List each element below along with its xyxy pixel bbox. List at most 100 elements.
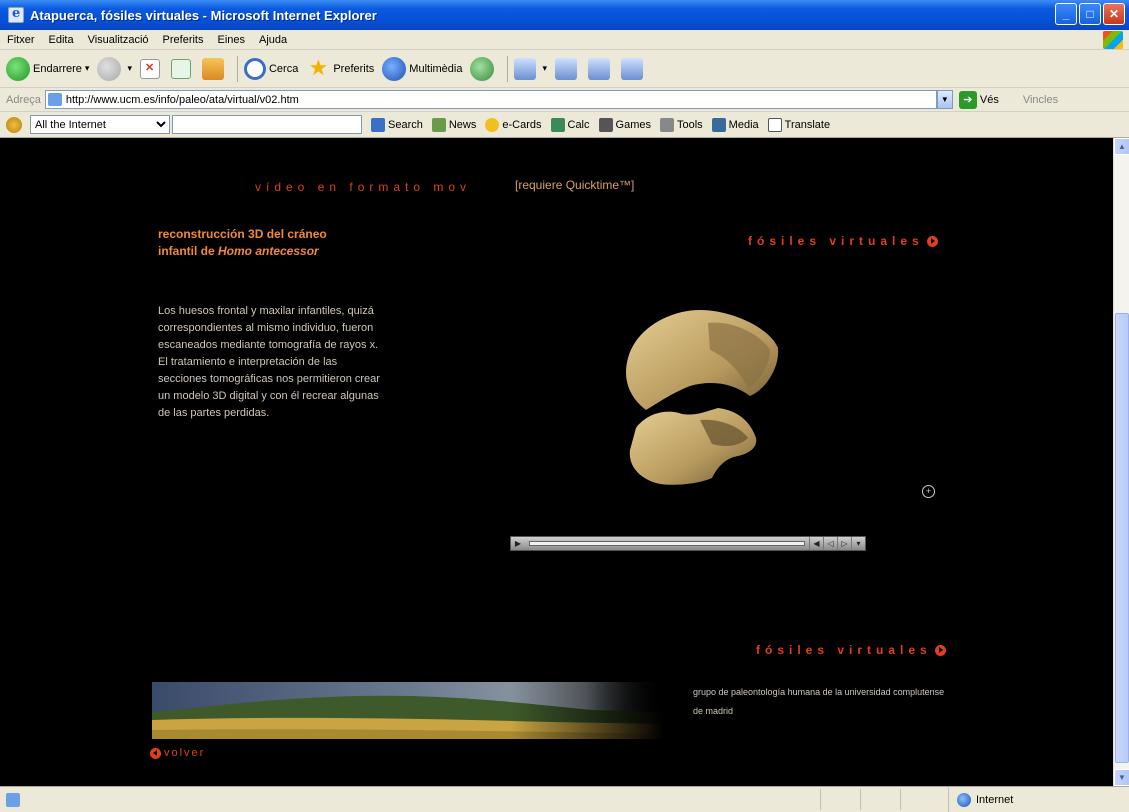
security-zone: Internet: [948, 787, 1129, 812]
vertical-scrollbar[interactable]: ▲ ▼: [1113, 138, 1129, 786]
fosiles-virtuales-label: fósiles virtuales: [748, 234, 924, 248]
media-label: Multimèdia: [409, 62, 463, 75]
favorites-button[interactable]: ★ Preferits: [306, 54, 375, 81]
home-button[interactable]: [201, 57, 227, 80]
mail-button[interactable]: ▾: [514, 57, 547, 80]
rotate-model-button[interactable]: +: [922, 485, 935, 498]
quicktime-player-controls: ▶ ◀ ◁ ▷ ▾: [510, 536, 866, 551]
history-icon: [470, 56, 495, 81]
media-icon: [382, 56, 407, 81]
tools-link[interactable]: Tools: [659, 117, 703, 132]
calc-link[interactable]: Calc: [550, 117, 590, 132]
arrow-right-icon: [926, 235, 938, 247]
minimize-button[interactable]: _: [1055, 3, 1077, 25]
history-button[interactable]: [470, 56, 497, 81]
volver-link[interactable]: volver: [150, 747, 205, 759]
messenger-icon: [621, 57, 644, 80]
page-content: vídeo en formato mov [requiere Quicktime…: [0, 138, 1113, 786]
menu-edit[interactable]: Edita: [42, 34, 81, 46]
heading-species: Homo antecessor: [218, 244, 319, 258]
fosiles-virtuales-link[interactable]: fósiles virtuales: [748, 234, 938, 248]
window-title: Atapuerca, fósiles virtuales - Microsoft…: [30, 7, 377, 23]
title-bar: Atapuerca, fósiles virtuales - Microsoft…: [0, 0, 1129, 30]
media-link[interactable]: Media: [711, 117, 759, 132]
news-link[interactable]: News: [431, 117, 477, 132]
links-label[interactable]: Vincles: [1023, 94, 1058, 106]
refresh-icon: [170, 58, 191, 79]
close-button[interactable]: ✕: [1103, 3, 1125, 25]
address-bar: Adreça ▼ ➔ Vés Vincles: [0, 88, 1129, 112]
fosiles-virtuales-link-bottom[interactable]: fósiles virtuales: [756, 643, 946, 657]
landscape-photo: [152, 682, 664, 739]
address-input[interactable]: [44, 90, 937, 109]
calculator-icon: [550, 117, 565, 132]
edit-button[interactable]: [588, 57, 613, 80]
player-menu-button[interactable]: ▾: [851, 537, 865, 550]
description-text: Los huesos frontal y maxilar infantiles,…: [158, 305, 380, 419]
address-label: Adreça: [6, 93, 41, 106]
video-format-title[interactable]: vídeo en formato mov: [255, 180, 471, 194]
chevron-down-icon[interactable]: ▾: [542, 63, 547, 74]
games-icon: [598, 117, 613, 132]
address-field: [44, 90, 937, 109]
search-scope-select[interactable]: All the Internet: [30, 115, 170, 134]
maximize-button[interactable]: □: [1079, 3, 1101, 25]
chevron-down-icon[interactable]: ▾: [85, 63, 90, 74]
step-back-button[interactable]: ◁: [823, 537, 837, 550]
refresh-button[interactable]: [170, 58, 194, 79]
news-link-label: News: [448, 118, 477, 131]
scroll-down-button[interactable]: ▼: [1114, 769, 1129, 786]
stop-button[interactable]: [139, 58, 163, 79]
toolbar-logo-icon: [6, 116, 22, 133]
toolbar-separator: [507, 55, 509, 82]
search-input[interactable]: [172, 115, 362, 134]
status-divider: [820, 789, 821, 810]
calc-link-label: Calc: [567, 118, 590, 131]
tools-icon: [659, 117, 674, 132]
windows-logo-icon: [1103, 31, 1123, 49]
search-button[interactable]: Cerca: [243, 57, 299, 80]
print-button[interactable]: [555, 57, 580, 80]
page-icon: [47, 93, 62, 106]
menu-tools[interactable]: Eines: [211, 34, 253, 46]
volume-button[interactable]: ◀: [809, 537, 823, 550]
menu-file[interactable]: Fitxer: [0, 34, 42, 46]
chevron-down-icon[interactable]: ▾: [127, 63, 132, 74]
video-scrubber[interactable]: [529, 541, 805, 546]
status-divider: [900, 789, 901, 810]
skull-3d-model[interactable]: [600, 288, 790, 498]
menu-help[interactable]: Ajuda: [252, 34, 294, 46]
media-people-icon: [711, 117, 726, 132]
mail-icon: [514, 57, 537, 80]
menu-bar: Fitxer Edita Visualització Preferits Ein…: [0, 30, 1129, 50]
search-icon: [243, 57, 266, 80]
translate-icon: [767, 117, 782, 132]
scroll-up-button[interactable]: ▲: [1114, 138, 1129, 155]
translate-link[interactable]: Translate: [767, 117, 831, 132]
chevron-down-icon[interactable]: ▼: [936, 90, 953, 109]
star-icon: ★: [308, 54, 329, 80]
search-link[interactable]: Search: [371, 117, 423, 132]
media-button[interactable]: Multimèdia: [382, 56, 463, 81]
go-button[interactable]: ➔ Vés: [958, 90, 999, 109]
back-button[interactable]: Endarrere ▾: [6, 56, 90, 81]
search-link-label: Search: [388, 118, 423, 131]
scroll-thumb[interactable]: [1115, 313, 1129, 763]
step-forward-button[interactable]: ▷: [837, 537, 851, 550]
messenger-button[interactable]: [621, 57, 646, 80]
footer-credit: grupo de paleontología humana de la univ…: [693, 687, 945, 716]
standard-toolbar: Endarrere ▾ ▾ Cerca ★ Preferits Multimèd…: [0, 50, 1129, 88]
translate-link-label: Translate: [784, 118, 831, 131]
volver-label: volver: [164, 747, 206, 759]
menu-view[interactable]: Visualització: [81, 34, 156, 46]
arrow-right-icon: [934, 644, 946, 656]
play-button[interactable]: ▶: [511, 537, 525, 550]
games-link[interactable]: Games: [598, 117, 651, 132]
favorites-label: Preferits: [333, 62, 375, 75]
ecards-link[interactable]: e-Cards: [485, 117, 542, 132]
window-controls: _ □ ✕: [1055, 3, 1125, 25]
forward-button[interactable]: ▾: [97, 56, 132, 81]
menu-favorites[interactable]: Preferits: [156, 34, 211, 46]
stop-icon: [139, 58, 160, 79]
search-label: Cerca: [268, 62, 299, 75]
